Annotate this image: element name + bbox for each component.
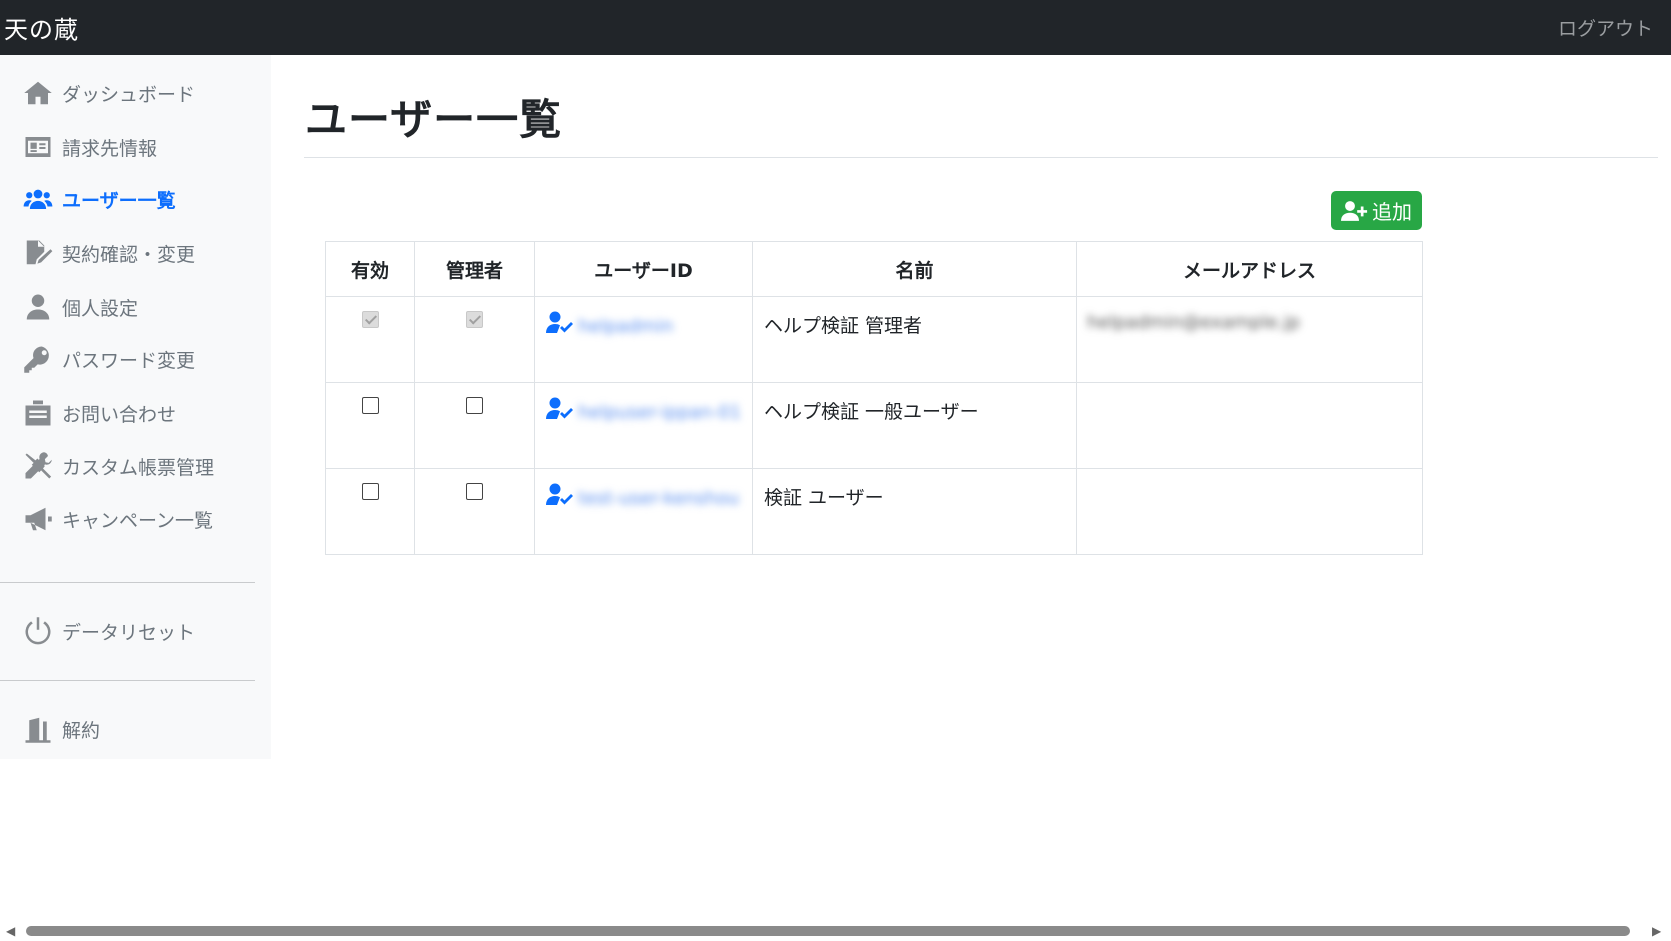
sidebar-item-label: 解約: [62, 719, 101, 742]
sidebar-item-label: ダッシュボード: [62, 83, 196, 106]
user-check-icon[interactable]: [546, 483, 574, 512]
user-email-cell: [1077, 484, 1087, 505]
tools-icon: [22, 450, 54, 482]
id-card-icon: [22, 131, 54, 163]
column-header-name: 名前: [752, 241, 1077, 297]
key-icon: [22, 343, 54, 375]
sidebar-item-contact[interactable]: お問い合わせ: [22, 393, 262, 433]
enabled-checkbox[interactable]: [361, 311, 379, 328]
user-name-cell: 検証 ユーザー: [752, 468, 1077, 555]
sidebar-item-users[interactable]: ユーザー一覧: [22, 179, 262, 219]
admin-checkbox[interactable]: [466, 311, 483, 328]
column-header-admin: 管理者: [414, 241, 535, 297]
table-row: test-user-kenshou 検証 ユーザー: [325, 468, 1423, 555]
sidebar-item-contract[interactable]: 契約確認・変更: [22, 233, 262, 273]
table-row: helpadmin ヘルプ検証 管理者 helpadmin@example.jp: [325, 296, 1423, 383]
user-id-link[interactable]: helpadmin: [578, 311, 673, 343]
sidebar-item-label: 契約確認・変更: [62, 243, 196, 266]
power-icon: [22, 615, 54, 647]
horizontal-scrollbar[interactable]: ◀ ▶: [0, 922, 1671, 941]
enabled-checkbox[interactable]: [361, 483, 379, 500]
column-header-user-id: ユーザーID: [534, 241, 753, 297]
sidebar-item-campaigns[interactable]: キャンペーン一覧: [22, 499, 262, 539]
sidebar-item-label: 請求先情報: [62, 137, 158, 160]
table-row: helpuser-ippan-01 ヘルプ検証 一般ユーザー: [325, 382, 1423, 469]
user-email-cell: [1077, 398, 1087, 419]
column-header-enabled: 有効: [325, 241, 415, 297]
sidebar-item-label: お問い合わせ: [62, 403, 177, 426]
user-id-link[interactable]: test-user-kenshou: [578, 483, 739, 515]
sidebar: ダッシュボード 請求先情報 ユーザー一覧 契約確認・変更 個人設定 パスワード変…: [0, 55, 271, 759]
mail-box-icon: [22, 397, 54, 429]
file-signature-icon: [22, 237, 54, 269]
sidebar-item-data-reset[interactable]: データリセット: [22, 611, 262, 651]
sidebar-item-label: パスワード変更: [62, 349, 196, 372]
sidebar-item-custom-forms[interactable]: カスタム帳票管理: [22, 446, 262, 486]
megaphone-icon: [22, 503, 54, 535]
user-plus-icon: [1341, 200, 1368, 221]
add-user-button[interactable]: 追加: [1331, 191, 1422, 230]
logout-link[interactable]: ログアウト: [1558, 14, 1653, 41]
user-name-cell: ヘルプ検証 一般ユーザー: [752, 382, 1077, 469]
sidebar-item-label: キャンペーン一覧: [62, 509, 214, 532]
home-icon: [22, 77, 54, 109]
enabled-checkbox[interactable]: [361, 397, 379, 414]
sidebar-item-billing[interactable]: 請求先情報: [22, 127, 262, 167]
sidebar-item-label: カスタム帳票管理: [62, 456, 215, 479]
sidebar-item-password[interactable]: パスワード変更: [22, 339, 262, 379]
door-exit-icon: [22, 713, 54, 745]
sidebar-item-label: ユーザー一覧: [62, 189, 176, 212]
users-icon: [22, 183, 54, 215]
scrollbar-thumb[interactable]: [26, 926, 1630, 936]
admin-checkbox[interactable]: [466, 397, 483, 414]
user-check-icon[interactable]: [546, 397, 574, 426]
sidebar-divider: [0, 582, 255, 583]
sidebar-divider: [0, 680, 255, 681]
sidebar-item-dashboard[interactable]: ダッシュボード: [22, 73, 262, 113]
page-title: ユーザー一覧: [305, 95, 563, 144]
column-header-email: メールアドレス: [1076, 241, 1423, 297]
user-email-cell: helpadmin@example.jp: [1087, 312, 1300, 333]
sidebar-item-label: データリセット: [62, 621, 196, 644]
user-icon: [22, 291, 54, 323]
admin-checkbox[interactable]: [466, 483, 483, 500]
users-table: 有効 管理者 ユーザーID 名前 メールアドレス helpadmin ヘルプ検証…: [325, 241, 1423, 555]
scroll-right-icon[interactable]: ▶: [1652, 924, 1661, 938]
brand-logo[interactable]: 天の蔵: [4, 10, 79, 45]
title-divider: [304, 157, 1658, 158]
scroll-left-icon[interactable]: ◀: [6, 924, 15, 938]
user-check-icon[interactable]: [546, 311, 574, 340]
add-button-label: 追加: [1372, 200, 1412, 224]
top-navbar: 天の蔵 ログアウト: [0, 0, 1671, 55]
user-id-link[interactable]: helpuser-ippan-01: [578, 397, 741, 429]
sidebar-item-label: 個人設定: [62, 297, 139, 320]
table-header-row: 有効 管理者 ユーザーID 名前 メールアドレス: [325, 241, 1423, 297]
user-name-cell: ヘルプ検証 管理者: [752, 296, 1077, 383]
sidebar-item-cancel-contract[interactable]: 解約: [22, 709, 262, 749]
sidebar-item-personal-settings[interactable]: 個人設定: [22, 287, 262, 327]
